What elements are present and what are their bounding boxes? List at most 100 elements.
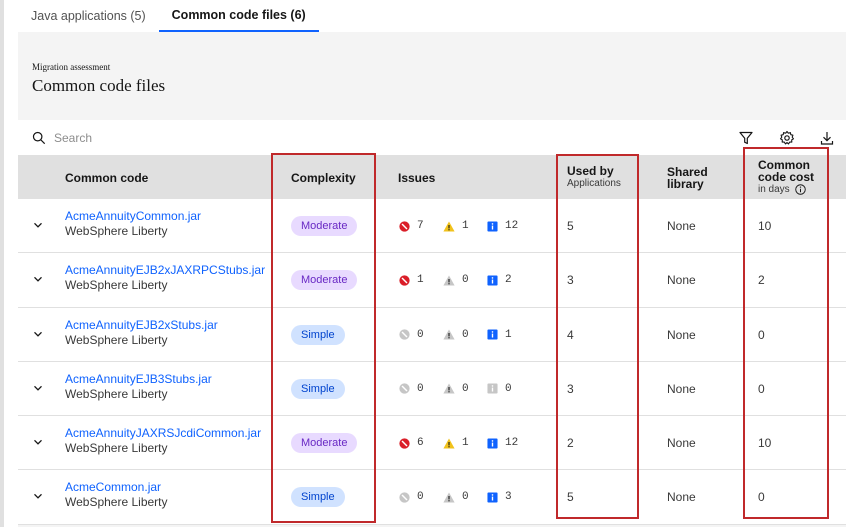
used-by-count: 5 — [567, 219, 574, 233]
page-eyebrow: Migration assessment — [32, 62, 111, 72]
left-edge-bar — [0, 0, 4, 527]
warning-count: 0 — [462, 274, 469, 287]
chevron-down-icon[interactable] — [32, 328, 44, 340]
shared-library-value: None — [667, 327, 696, 342]
col-header-common-code[interactable]: Common code — [65, 156, 148, 199]
complexity-tag: Moderate — [291, 433, 358, 454]
target-server: WebSphere Liberty — [65, 495, 168, 510]
filter-icon[interactable] — [738, 130, 754, 146]
col-subheader-in-days: in days — [758, 184, 790, 196]
used-by-count: 3 — [567, 273, 574, 288]
used-by-count: 2 — [567, 436, 574, 451]
chevron-down-icon[interactable] — [32, 436, 44, 448]
tab-bar: Java applications (5) Common code files … — [18, 0, 319, 32]
common-code-cost-value: 10 — [758, 436, 772, 451]
settings-icon[interactable] — [779, 130, 795, 146]
warning-count: 1 — [462, 220, 469, 232]
critical-count: 0 — [417, 328, 424, 341]
common-code-table: Common code Complexity Issues Used by Ap… — [18, 156, 846, 525]
common-code-cost-value: 0 — [758, 490, 765, 505]
common-code-cost-value: 0 — [758, 381, 765, 396]
shared-library-value: None — [667, 381, 696, 396]
common-code-link[interactable]: AcmeAnnuityEJB3Stubs.jar — [65, 372, 212, 387]
critical-count: 7 — [417, 220, 424, 232]
search-input[interactable] — [54, 126, 614, 150]
complexity-tag: Simple — [291, 487, 345, 508]
issues-summary: 0 0 1 — [399, 329, 531, 341]
table-row[interactable]: AcmeCommon.jar WebSphere Liberty Simple … — [18, 470, 846, 525]
information-icon — [487, 275, 498, 286]
target-server: WebSphere Liberty — [65, 441, 168, 456]
complexity-tag: Simple — [291, 324, 345, 345]
col-header-issues[interactable]: Issues — [398, 156, 435, 199]
download-icon[interactable] — [819, 130, 835, 146]
shared-library-value: None — [667, 273, 696, 288]
critical-icon — [399, 492, 410, 503]
issues-summary: 0 0 0 — [399, 383, 531, 395]
critical-icon — [399, 275, 410, 286]
tab-common-code-files[interactable]: Common code files (6) — [158, 0, 319, 32]
info-count: 12 — [505, 220, 519, 232]
complexity-tag: Moderate — [291, 270, 358, 291]
common-code-link[interactable]: AcmeAnnuityEJB2xStubs.jar — [65, 318, 218, 333]
chevron-down-icon[interactable] — [32, 219, 44, 231]
table-row[interactable]: AcmeAnnuityJAXRSJcdiCommon.jar WebSphere… — [18, 416, 846, 471]
main-content: Migration assessment Common code files C… — [18, 32, 846, 527]
warning-icon — [443, 275, 455, 286]
col-header-common-code-cost[interactable]: Common code cost in days — [758, 156, 828, 199]
information-icon — [487, 329, 498, 340]
warning-count: 1 — [462, 437, 469, 450]
common-code-link[interactable]: AcmeCommon.jar — [65, 480, 168, 495]
issues-summary: 6 1 12 — [399, 437, 531, 449]
common-code-cost-value: 10 — [758, 219, 772, 233]
table-row[interactable]: AcmeAnnuityEJB3Stubs.jar WebSphere Liber… — [18, 361, 846, 417]
information-icon — [487, 438, 498, 449]
info-count: 1 — [505, 328, 512, 341]
col-header-used-by[interactable]: Used by Applications — [567, 156, 621, 199]
shared-library-value: None — [667, 490, 696, 505]
tab-java-applications[interactable]: Java applications (5) — [18, 0, 159, 32]
target-server: WebSphere Liberty — [65, 224, 168, 238]
critical-count: 1 — [417, 274, 424, 287]
chevron-down-icon[interactable] — [32, 490, 44, 502]
warning-count: 0 — [462, 382, 469, 395]
target-server: WebSphere Liberty — [65, 332, 168, 347]
common-code-link[interactable]: AcmeAnnuityCommon.jar — [65, 209, 201, 224]
table-row[interactable]: AcmeAnnuityEJB2xJAXRPCStubs.jar WebSpher… — [18, 253, 846, 308]
warning-count: 0 — [462, 328, 469, 341]
info-circle-icon[interactable] — [795, 184, 807, 195]
issues-summary: 0 0 3 — [399, 491, 531, 503]
critical-count: 6 — [417, 437, 424, 450]
information-icon — [487, 383, 498, 394]
common-code-link[interactable]: AcmeAnnuityEJB2xJAXRPCStubs.jar — [65, 263, 265, 278]
information-icon — [487, 220, 498, 232]
chevron-down-icon[interactable] — [32, 273, 44, 285]
critical-count: 0 — [417, 491, 424, 504]
target-server: WebSphere Liberty — [65, 386, 168, 401]
common-code-link[interactable]: AcmeAnnuityJAXRSJcdiCommon.jar — [65, 426, 261, 441]
complexity-tag: Simple — [291, 378, 345, 399]
warning-icon — [443, 438, 455, 449]
col-subheader-applications: Applications — [567, 178, 621, 189]
information-icon — [487, 492, 498, 503]
critical-icon — [399, 329, 410, 340]
target-server: WebSphere Liberty — [65, 278, 168, 293]
warning-icon — [443, 383, 455, 394]
used-by-count: 3 — [567, 381, 574, 396]
table-row[interactable]: AcmeAnnuityEJB2xStubs.jar WebSphere Libe… — [18, 307, 846, 362]
critical-icon — [399, 438, 410, 449]
warning-icon — [443, 329, 455, 340]
table-body: AcmeAnnuityCommon.jar WebSphere Liberty … — [18, 199, 846, 525]
table-row[interactable]: AcmeAnnuityCommon.jar WebSphere Liberty … — [18, 199, 846, 254]
col-header-complexity[interactable]: Complexity — [291, 156, 356, 199]
search-icon — [32, 131, 46, 145]
chevron-down-icon[interactable] — [32, 382, 44, 394]
page-title: Common code files — [32, 76, 166, 95]
warning-count: 0 — [462, 491, 469, 504]
col-header-shared-library[interactable]: Shared library — [667, 156, 727, 199]
info-count: 2 — [505, 274, 512, 287]
table-toolbar — [18, 120, 846, 156]
table-header: Common code Complexity Issues Used by Ap… — [18, 156, 846, 199]
critical-icon — [399, 383, 410, 395]
warning-icon — [443, 492, 455, 503]
